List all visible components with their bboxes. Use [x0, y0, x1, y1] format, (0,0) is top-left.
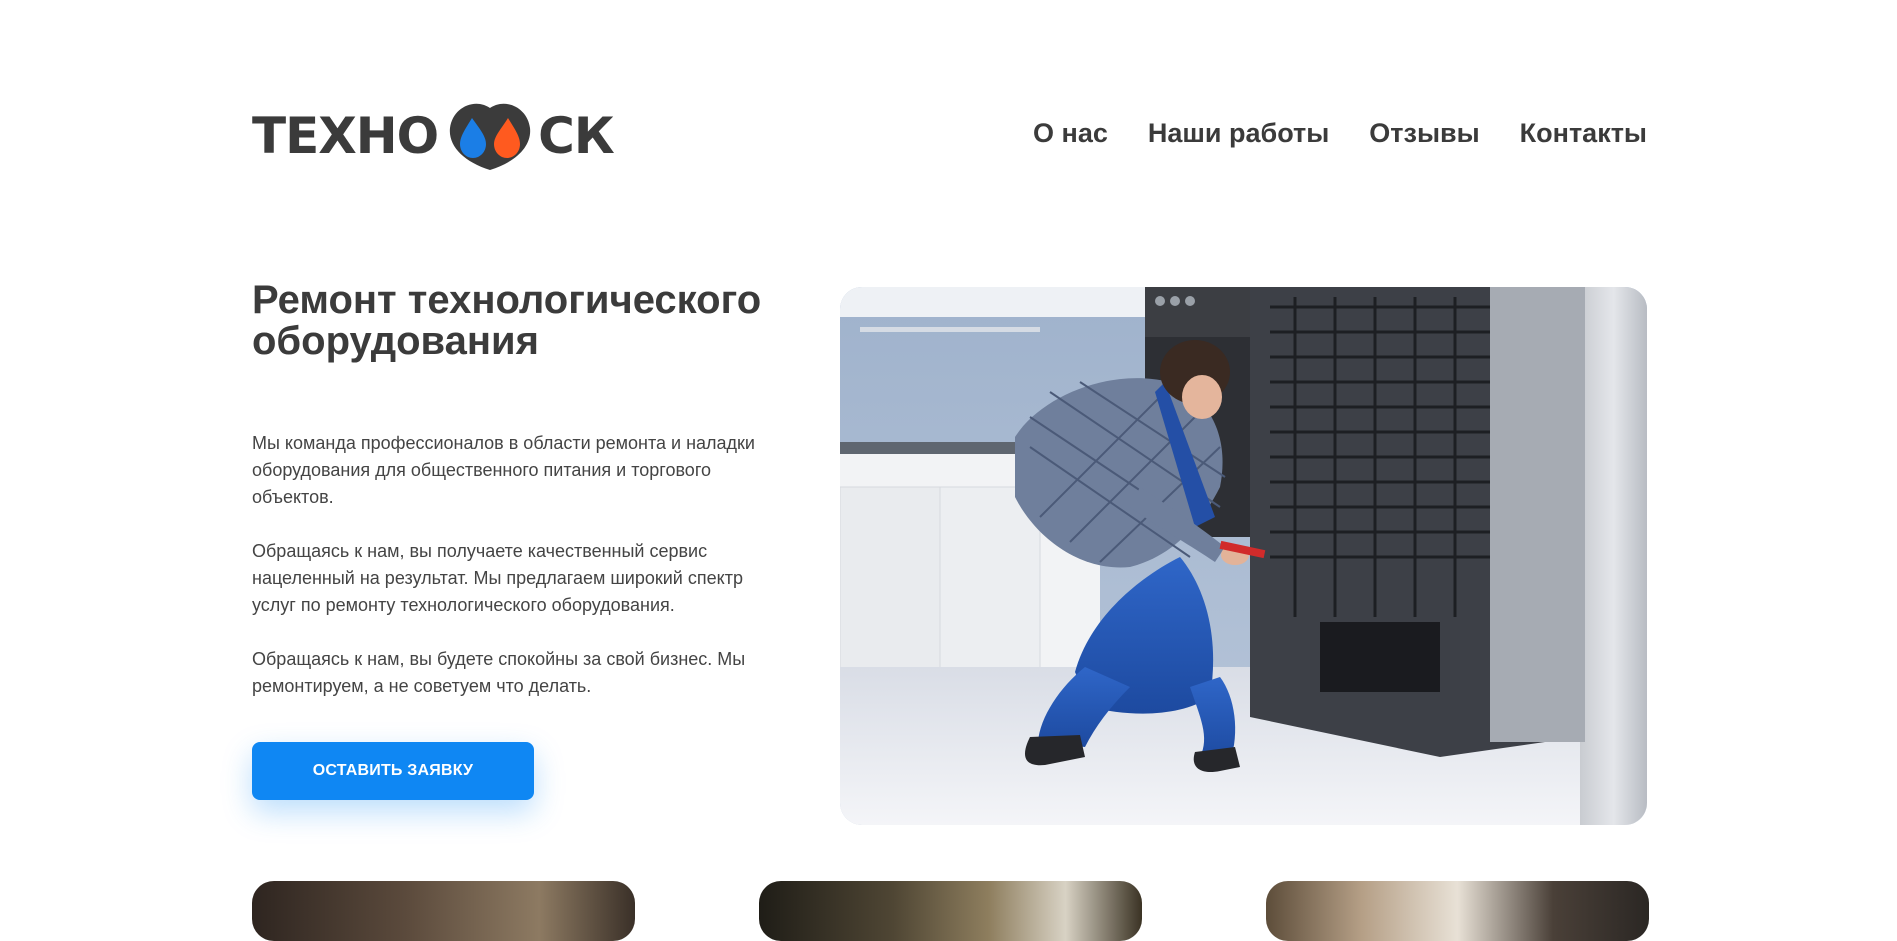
- hero-paragraph: Мы команда профессионалов в области ремо…: [252, 433, 755, 507]
- work-card-image[interactable]: [759, 881, 1142, 941]
- logo[interactable]: ТЕХНО СК: [252, 100, 615, 172]
- hero-title: Ремонт технологического оборудования: [252, 278, 762, 363]
- nav-link-works[interactable]: Наши работы: [1148, 118, 1329, 149]
- nav-link-reviews[interactable]: Отзывы: [1369, 118, 1479, 149]
- work-card-image[interactable]: [252, 881, 635, 941]
- hero-paragraph: Обращаясь к нам, вы будете спокойны за с…: [252, 649, 746, 696]
- hero-image-technician-repairing-fridge: [840, 287, 1647, 825]
- nav-link-about[interactable]: О нас: [1033, 118, 1108, 149]
- nav-link-contacts[interactable]: Контакты: [1520, 118, 1647, 149]
- main-nav: О нас Наши работы Отзывы Контакты: [1033, 118, 1647, 149]
- logo-drops-icon: [450, 103, 531, 170]
- hero-description: Мы команда профессионалов в области ремо…: [252, 430, 772, 727]
- hero-illustration: [840, 287, 1647, 825]
- logo-text-left: ТЕХНО: [252, 107, 439, 165]
- submit-request-button[interactable]: ОСТАВИТЬ ЗАЯВКУ: [252, 742, 534, 800]
- logo-text-right: СК: [538, 107, 615, 165]
- hero-paragraph: Обращаясь к нам, вы получаете качественн…: [252, 541, 743, 615]
- work-card-image[interactable]: [1266, 881, 1649, 941]
